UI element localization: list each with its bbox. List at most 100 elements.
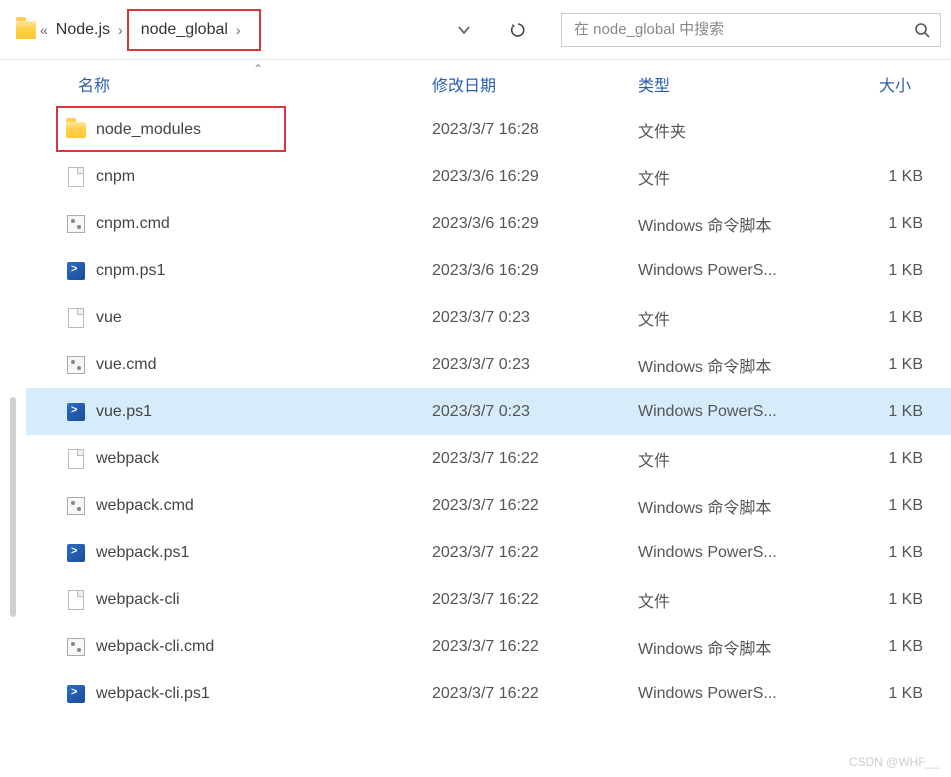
table-row[interactable]: node_modules 2023/3/7 16:28文件夹 — [26, 106, 951, 153]
file-date: 2023/3/7 16:22 — [432, 685, 638, 703]
file-size: 1 KB — [824, 168, 951, 186]
breadcrumb-parent[interactable]: Node.js — [52, 19, 114, 41]
generic-file-icon — [66, 167, 86, 187]
table-row[interactable]: cnpm.ps1 2023/3/6 16:29Windows PowerS...1… — [26, 247, 951, 294]
file-date: 2023/3/6 16:29 — [432, 215, 638, 233]
file-date: 2023/3/7 16:22 — [432, 638, 638, 656]
file-size: 1 KB — [824, 262, 951, 280]
file-date: 2023/3/6 16:29 — [432, 168, 638, 186]
file-size: 1 KB — [824, 356, 951, 374]
breadcrumb-ellipsis[interactable]: « — [40, 22, 48, 38]
file-type: Windows PowerS... — [638, 544, 824, 562]
generic-file-icon — [66, 590, 86, 610]
chevron-right-icon[interactable]: › — [236, 22, 241, 38]
file-size: 1 KB — [824, 591, 951, 609]
file-size: 1 KB — [824, 497, 951, 515]
cmd-file-icon — [66, 214, 86, 234]
folder-icon — [16, 20, 36, 40]
file-size: 1 KB — [824, 450, 951, 468]
table-row[interactable]: vue 2023/3/7 0:23文件1 KB — [26, 294, 951, 341]
column-headers: ⌃ 名称 修改日期 类型 大小 — [26, 60, 951, 106]
powershell-file-icon — [66, 543, 86, 563]
table-row[interactable]: webpack-cli.cmd 2023/3/7 16:22Windows 命令脚… — [26, 623, 951, 670]
file-size: 1 KB — [824, 685, 951, 703]
header-name[interactable]: 名称 — [26, 72, 432, 96]
file-list: ⌃ 名称 修改日期 类型 大小 node_modules 2023/3/7 16:… — [26, 60, 951, 777]
table-row[interactable]: vue.ps12023/3/7 0:23Windows PowerS...1 K… — [26, 388, 951, 435]
folder-icon — [66, 120, 86, 140]
file-name: node_modules — [96, 121, 201, 139]
file-name: cnpm.ps1 — [96, 262, 165, 280]
scrollbar-handle[interactable] — [10, 397, 16, 617]
file-name: webpack.ps1 — [96, 544, 189, 562]
refresh-button[interactable] — [503, 15, 533, 45]
file-size: 1 KB — [824, 544, 951, 562]
sort-indicator-icon: ⌃ — [253, 62, 267, 70]
file-date: 2023/3/7 0:23 — [432, 309, 638, 327]
file-name: cnpm.cmd — [96, 215, 170, 233]
table-row[interactable]: webpack.ps1 2023/3/7 16:22Windows PowerS.… — [26, 529, 951, 576]
file-type: 文件 — [638, 447, 824, 471]
search-box[interactable] — [561, 13, 941, 47]
file-type: 文件 — [638, 165, 824, 189]
generic-file-icon — [66, 449, 86, 469]
header-type[interactable]: 类型 — [638, 72, 824, 96]
table-row[interactable]: cnpm 2023/3/6 16:29文件1 KB — [26, 153, 951, 200]
file-name: vue.ps1 — [96, 403, 152, 421]
file-type: Windows PowerS... — [638, 685, 824, 703]
table-row[interactable]: webpack.cmd 2023/3/7 16:22Windows 命令脚本1 K… — [26, 482, 951, 529]
generic-file-icon — [66, 308, 86, 328]
powershell-file-icon — [66, 684, 86, 704]
chevron-right-icon[interactable]: › — [118, 22, 123, 38]
file-name: webpack-cli — [96, 591, 180, 609]
cmd-file-icon — [66, 496, 86, 516]
file-name: webpack-cli.ps1 — [96, 685, 210, 703]
file-date: 2023/3/7 16:22 — [432, 591, 638, 609]
file-type: Windows 命令脚本 — [638, 494, 824, 518]
address-controls — [449, 15, 533, 45]
history-dropdown-button[interactable] — [449, 15, 479, 45]
cmd-file-icon — [66, 355, 86, 375]
header-size[interactable]: 大小 — [824, 72, 951, 96]
file-name: webpack-cli.cmd — [96, 638, 214, 656]
table-row[interactable]: webpack-cli 2023/3/7 16:22文件1 KB — [26, 576, 951, 623]
search-icon[interactable] — [914, 22, 930, 38]
breadcrumb-current[interactable]: node_global — [137, 19, 232, 41]
search-input[interactable] — [572, 20, 914, 39]
file-type: Windows 命令脚本 — [638, 353, 824, 377]
table-row[interactable]: webpack 2023/3/7 16:22文件1 KB — [26, 435, 951, 482]
table-row[interactable]: vue.cmd 2023/3/7 0:23Windows 命令脚本1 KB — [26, 341, 951, 388]
header-date[interactable]: 修改日期 — [432, 72, 638, 96]
file-name: webpack.cmd — [96, 497, 194, 515]
address-bar: « Node.js › node_global › — [0, 0, 951, 60]
file-size: 1 KB — [824, 215, 951, 233]
file-date: 2023/3/7 0:23 — [432, 356, 638, 374]
file-name: vue.cmd — [96, 356, 156, 374]
file-date: 2023/3/7 0:23 — [432, 403, 638, 421]
file-date: 2023/3/7 16:22 — [432, 450, 638, 468]
powershell-file-icon — [66, 402, 86, 422]
nav-pane-collapsed[interactable] — [0, 60, 26, 777]
breadcrumb-current-highlight: node_global › — [127, 9, 261, 51]
file-type: Windows PowerS... — [638, 403, 824, 421]
file-name: webpack — [96, 450, 159, 468]
file-size: 1 KB — [824, 309, 951, 327]
breadcrumb[interactable]: « Node.js › node_global › — [16, 9, 261, 51]
file-date: 2023/3/7 16:28 — [432, 121, 638, 139]
table-row[interactable]: cnpm.cmd 2023/3/6 16:29Windows 命令脚本1 KB — [26, 200, 951, 247]
file-type: Windows 命令脚本 — [638, 212, 824, 236]
file-type: 文件 — [638, 306, 824, 330]
watermark: CSDN @WHF__ — [849, 755, 939, 769]
file-type: 文件夹 — [638, 118, 824, 142]
file-type: Windows PowerS... — [638, 262, 824, 280]
file-type: 文件 — [638, 588, 824, 612]
table-row[interactable]: webpack-cli.ps1 2023/3/7 16:22Windows Pow… — [26, 670, 951, 717]
powershell-file-icon — [66, 261, 86, 281]
file-name: cnpm — [96, 168, 135, 186]
file-type: Windows 命令脚本 — [638, 635, 824, 659]
file-date: 2023/3/7 16:22 — [432, 544, 638, 562]
file-name: vue — [96, 309, 122, 327]
file-date: 2023/3/6 16:29 — [432, 262, 638, 280]
file-date: 2023/3/7 16:22 — [432, 497, 638, 515]
file-size: 1 KB — [824, 638, 951, 656]
